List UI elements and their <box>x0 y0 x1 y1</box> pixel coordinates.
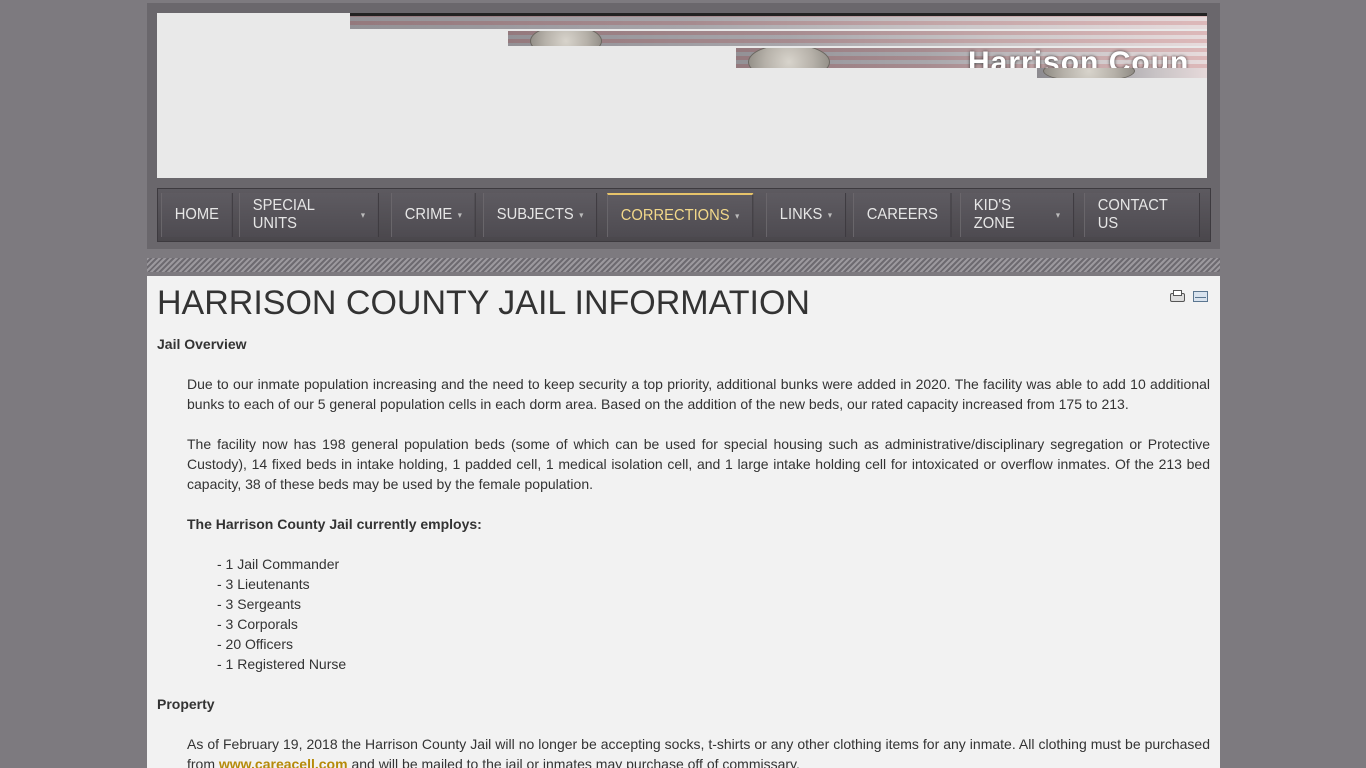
article-body: Jail Overview Due to our inmate populati… <box>157 334 1210 768</box>
banner-flag-strip <box>508 31 1207 46</box>
chevron-down-icon: ▾ <box>827 209 832 220</box>
chevron-down-icon: ▾ <box>579 209 584 220</box>
nav-item-special-units[interactable]: SPECIAL UNITS ▾ <box>239 193 379 237</box>
nav-item-label: CAREERS <box>866 206 938 223</box>
staff-list: - 1 Jail Commander - 3 Lieutenants - 3 S… <box>217 554 1210 674</box>
banner-title: Harrison Coun <box>968 48 1190 68</box>
page-wrapper: Harrison Coun HOME SPECIAL UNITS ▾ CRIME ▾ SU… <box>147 3 1220 249</box>
county-seal <box>530 31 602 46</box>
chevron-down-icon: ▾ <box>457 209 462 220</box>
nav-item-label: SUBJECTS <box>496 206 574 223</box>
property-paragraph: As of February 19, 2018 the Harrison Cou… <box>187 734 1210 768</box>
nav-item-label: KID'S ZONE <box>973 197 1015 232</box>
main-content: HARRISON COUNTY JAIL INFORMATION Jail Ov… <box>147 276 1220 768</box>
banner-flag-strip <box>1037 68 1207 78</box>
nav-item-home[interactable]: HOME <box>161 193 233 237</box>
list-item: - 1 Registered Nurse <box>217 656 347 672</box>
nav-item-contact-us[interactable]: CONTACT US <box>1083 193 1200 237</box>
employs-heading: The Harrison County Jail currently emplo… <box>187 516 482 532</box>
email-icon[interactable] <box>1193 291 1208 302</box>
nav-item-label: CORRECTIONS <box>620 207 730 224</box>
nav-item-subjects[interactable]: SUBJECTS ▾ <box>483 193 598 237</box>
banner-flag-strip <box>350 13 1207 29</box>
banner-flag-strip: Harrison Coun <box>736 48 1207 68</box>
main-navigation: HOME SPECIAL UNITS ▾ CRIME ▾ SUBJECTS ▾ CORRECT… <box>157 188 1211 242</box>
page-title: HARRISON COUNTY JAIL INFORMATION <box>157 284 810 322</box>
article-tools <box>1170 290 1208 302</box>
property-text: and will be mailed to the jail or inmate… <box>347 756 800 768</box>
nav-item-label: HOME <box>174 206 219 223</box>
chevron-down-icon: ▾ <box>1055 209 1061 220</box>
careacell-link[interactable]: www.careacell.com <box>219 756 348 768</box>
section-heading-overview: Jail Overview <box>157 336 247 352</box>
nav-item-kid-s-zone[interactable]: KID'S ZONE ▾ <box>960 193 1074 237</box>
nav-item-crime[interactable]: CRIME ▾ <box>390 193 476 237</box>
nav-item-corrections[interactable]: CORRECTIONS ▾ <box>607 193 754 237</box>
chevron-down-icon: ▾ <box>735 210 740 221</box>
list-item: - 3 Sergeants <box>217 596 302 612</box>
nav-item-careers[interactable]: CAREERS <box>852 193 952 237</box>
chevron-down-icon: ▾ <box>360 209 366 220</box>
list-item: - 3 Lieutenants <box>217 576 310 592</box>
hatch-divider <box>147 258 1220 272</box>
nav-item-label: LINKS <box>779 206 823 223</box>
list-item: - 20 Officers <box>217 636 293 652</box>
nav-item-links[interactable]: LINKS ▾ <box>765 193 846 237</box>
header: Harrison Coun HOME SPECIAL UNITS ▾ CRIME ▾ SU… <box>147 3 1220 249</box>
print-icon[interactable] <box>1170 290 1185 302</box>
nav-item-label: CONTACT US <box>1097 197 1168 232</box>
nav-item-label: SPECIAL UNITS <box>252 197 315 232</box>
overview-paragraph-1: Due to our inmate population increasing … <box>187 376 1210 412</box>
badge-seal <box>1043 68 1135 78</box>
list-item: - 1 Jail Commander <box>217 556 340 572</box>
list-item: - 3 Corporals <box>217 616 298 632</box>
sheriff-seal <box>748 48 830 68</box>
overview-paragraph-2: The facility now has 198 general populat… <box>187 436 1210 492</box>
section-heading-property: Property <box>157 696 215 712</box>
header-banner: Harrison Coun <box>157 13 1207 178</box>
nav-item-label: CRIME <box>404 206 453 223</box>
